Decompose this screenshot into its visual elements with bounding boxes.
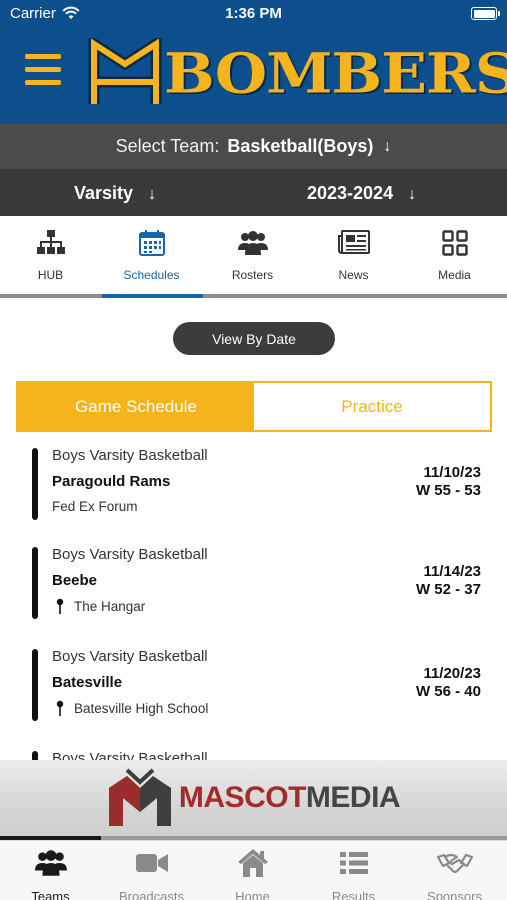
mascot-media-logo-icon bbox=[108, 768, 171, 826]
newspaper-icon bbox=[337, 230, 370, 254]
sponsor-banner[interactable]: MASCOTMEDIA bbox=[0, 760, 507, 836]
game-result: W 55 - 53 bbox=[415, 482, 481, 499]
game-venue: Batesville High School bbox=[52, 700, 208, 716]
team-selector-label: Select Team: bbox=[115, 136, 220, 156]
arrow-down-icon: ↓ bbox=[408, 186, 417, 203]
view-by-date-button[interactable]: View By Date bbox=[173, 322, 335, 355]
people-icon bbox=[237, 231, 268, 255]
list-icon bbox=[339, 852, 368, 874]
item-accent-bar bbox=[32, 448, 38, 520]
season-value: 2023-2024 bbox=[307, 183, 394, 203]
game-venue: The Hangar bbox=[52, 598, 145, 614]
game-opponent: Beebe bbox=[52, 572, 98, 589]
video-camera-icon bbox=[135, 854, 168, 872]
game-date: 11/20/23 bbox=[423, 665, 481, 682]
game-date: 11/10/23 bbox=[423, 464, 481, 481]
bottom-tab-sponsors[interactable]: Sponsors bbox=[404, 847, 505, 900]
status-bar: Carrier 1:36 PM bbox=[0, 0, 507, 28]
game-date: 11/14/23 bbox=[423, 563, 481, 580]
tab-label: Media bbox=[438, 268, 471, 282]
bottom-tab-label: Broadcasts bbox=[118, 889, 185, 900]
list-item[interactable]: Boys Varsity Basketball Beebe The Hangar… bbox=[0, 539, 507, 619]
game-sport: Boys Varsity Basketball bbox=[52, 750, 208, 760]
hamburger-menu-button[interactable] bbox=[25, 54, 61, 86]
tab-rosters[interactable]: Rosters bbox=[202, 216, 303, 296]
bottom-tab-teams[interactable]: Teams bbox=[0, 847, 101, 900]
list-item[interactable]: Boys Varsity Basketball Batesville Bates… bbox=[0, 641, 507, 721]
bottom-tab-bar: Teams Broadcasts Home Results Sponsors bbox=[0, 840, 507, 900]
list-item[interactable]: Boys Varsity Basketball Paragould Rams F… bbox=[0, 440, 507, 520]
filter-bar: Varsity ↓ 2023-2024 ↓ bbox=[0, 169, 507, 216]
logo-wordmark: BOMBERS bbox=[164, 41, 507, 107]
section-tabs: HUB Schedules Rosters News Media bbox=[0, 216, 507, 298]
item-accent-bar bbox=[32, 751, 38, 760]
org-chart-icon bbox=[36, 230, 65, 254]
tab-schedules[interactable]: Schedules bbox=[101, 216, 202, 296]
grid-icon bbox=[441, 230, 468, 256]
bottom-tab-label: Results bbox=[331, 889, 376, 900]
calendar-icon bbox=[138, 230, 165, 256]
handshake-icon bbox=[436, 853, 473, 874]
menu-line bbox=[25, 54, 61, 59]
game-opponent: Batesville bbox=[52, 674, 123, 691]
clock: 1:36 PM bbox=[225, 5, 282, 22]
practice-segment[interactable]: Practice bbox=[254, 383, 490, 430]
venue-name: The Hangar bbox=[74, 598, 146, 614]
game-sport: Boys Varsity Basketball bbox=[52, 546, 208, 563]
tab-news[interactable]: News bbox=[303, 216, 404, 296]
season-dropdown[interactable]: 2023-2024 ↓ bbox=[307, 183, 416, 204]
bottom-tab-home[interactable]: Home bbox=[202, 847, 303, 900]
game-sport: Boys Varsity Basketball bbox=[52, 447, 208, 464]
home-icon bbox=[237, 849, 268, 877]
bottom-tab-label: Teams bbox=[31, 889, 70, 900]
game-schedule-segment[interactable]: Game Schedule bbox=[18, 383, 254, 430]
venue-name: Batesville High School bbox=[74, 700, 209, 716]
game-list: Boys Varsity Basketball Paragould Rams F… bbox=[0, 440, 507, 760]
team-selector-value: Basketball(Boys) bbox=[227, 136, 374, 156]
bottom-tab-label: Sponsors bbox=[427, 889, 482, 900]
menu-line bbox=[25, 80, 61, 85]
arrow-down-icon: ↓ bbox=[383, 137, 392, 155]
tab-label: Schedules bbox=[123, 268, 180, 282]
mh-monogram-icon bbox=[88, 38, 162, 104]
menu-line bbox=[25, 67, 61, 72]
bottom-tab-broadcasts[interactable]: Broadcasts bbox=[101, 847, 202, 900]
sponsor-name: MASCOTMEDIA bbox=[178, 781, 401, 815]
item-accent-bar bbox=[32, 649, 38, 721]
game-sport: Boys Varsity Basketball bbox=[52, 648, 208, 665]
level-dropdown[interactable]: Varsity ↓ bbox=[74, 183, 156, 204]
tabs-divider bbox=[0, 294, 507, 298]
item-accent-bar bbox=[32, 547, 38, 619]
game-opponent: Paragould Rams bbox=[52, 473, 171, 490]
arrow-down-icon: ↓ bbox=[148, 186, 157, 203]
active-tab-indicator bbox=[102, 294, 203, 298]
battery-icon bbox=[471, 7, 500, 20]
team-selector[interactable]: Select Team: Basketball(Boys) ↓ bbox=[0, 124, 507, 169]
tab-label: Rosters bbox=[231, 268, 274, 282]
app-header: Carrier 1:36 PM BOMBERS bbox=[0, 0, 507, 124]
tab-label: News bbox=[338, 268, 369, 282]
level-value: Varsity bbox=[74, 183, 134, 203]
tab-label: HUB bbox=[37, 268, 64, 282]
map-pin-icon bbox=[56, 598, 64, 614]
venue-name: Fed Ex Forum bbox=[52, 499, 138, 514]
game-result: W 56 - 40 bbox=[415, 683, 481, 700]
sponsor-name-part: MASCOT bbox=[178, 781, 307, 814]
bottom-tab-label: Home bbox=[235, 889, 270, 900]
people-icon bbox=[34, 850, 67, 876]
game-venue: Fed Ex Forum bbox=[52, 499, 138, 514]
list-item[interactable]: Boys Varsity Basketball bbox=[0, 743, 507, 760]
schedule-type-toggle: Game Schedule Practice bbox=[16, 381, 492, 432]
tab-hub[interactable]: HUB bbox=[0, 216, 101, 296]
game-result: W 52 - 37 bbox=[415, 581, 481, 598]
bottom-tab-results[interactable]: Results bbox=[303, 847, 404, 900]
tab-media[interactable]: Media bbox=[404, 216, 505, 296]
sponsor-name-part: MEDIA bbox=[305, 781, 401, 814]
bombers-logo: BOMBERS bbox=[86, 38, 507, 110]
map-pin-icon bbox=[56, 700, 64, 716]
